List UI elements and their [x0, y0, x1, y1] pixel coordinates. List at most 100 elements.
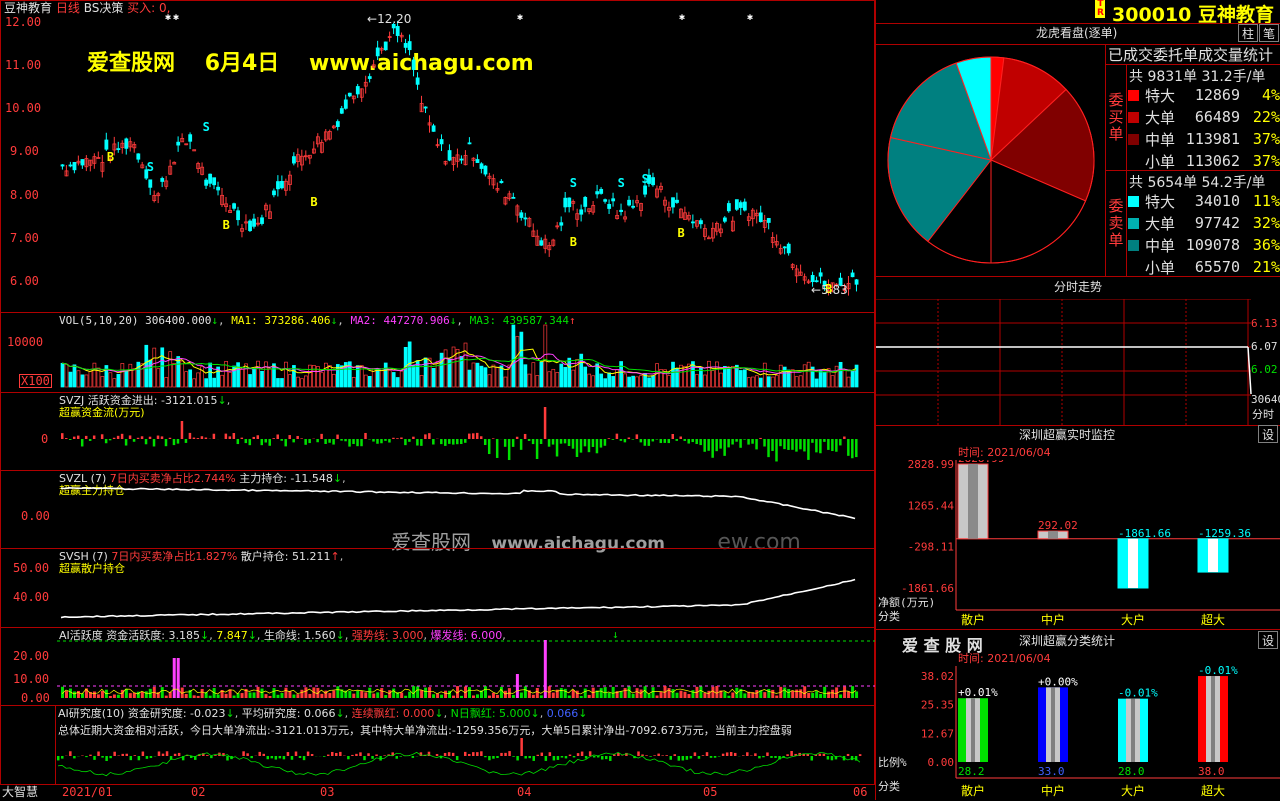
legend-swatch — [1128, 261, 1141, 274]
volume-bar — [524, 365, 527, 387]
candle-body — [404, 43, 407, 47]
ai-activity-bar — [715, 686, 718, 698]
research-bar — [528, 756, 531, 758]
sell-signal-icon: S — [618, 176, 625, 190]
volume-bar — [380, 369, 383, 387]
svzj-bar — [731, 439, 734, 444]
tick-view-button[interactable]: 笔 — [1259, 24, 1279, 42]
ai-activity-bar — [284, 688, 287, 698]
candle-body — [560, 223, 563, 225]
research-bar — [790, 751, 793, 756]
volume-bar — [352, 377, 355, 387]
svzj-bar — [687, 439, 690, 444]
volume-bar — [213, 378, 216, 387]
bar-view-button[interactable]: 柱 — [1238, 24, 1258, 42]
svzj-bar — [245, 439, 248, 443]
volume-bar — [588, 374, 591, 387]
research-bar — [537, 755, 540, 756]
ai-tick: 20.00 — [13, 649, 49, 663]
candle-body — [600, 189, 603, 193]
ai-activity-pane[interactable]: AI活跃度 资金活跃度: 3.185↓, 7.847↓, 生命线: 1.560↓… — [0, 627, 875, 706]
volume-bar — [280, 378, 283, 387]
monitor-settings-button[interactable]: 设 — [1258, 425, 1278, 443]
svzj-bar — [205, 438, 208, 439]
svzj-bar — [129, 435, 132, 439]
price-tick: 10.00 — [5, 101, 41, 115]
ai-activity-bar — [272, 688, 275, 698]
candle-body — [237, 211, 240, 220]
order-percent: 37% — [1242, 128, 1280, 150]
classify-settings-button[interactable]: 设 — [1258, 631, 1278, 649]
volume-bar — [288, 375, 291, 387]
candlestick-chart[interactable]: BBBBBBSSSSS✱✱✱✱✱ — [57, 1, 875, 313]
research-bar — [166, 751, 169, 756]
svzj-bar — [73, 437, 76, 439]
tab-longhu[interactable]: 龙虎看盘(逐单) — [1036, 26, 1117, 40]
sell-row: 大单 97742 32% — [1126, 212, 1280, 234]
svzj-bar — [113, 438, 116, 439]
ai-activity-bar — [388, 690, 391, 698]
research-bar — [130, 756, 133, 760]
volume-bar — [364, 375, 367, 387]
candle-body — [691, 222, 694, 223]
volume-bar — [141, 364, 144, 387]
volume-bar — [819, 370, 822, 387]
volume-bar — [464, 343, 467, 387]
research-bar — [303, 756, 306, 760]
svsh-pane[interactable]: SVSH (7) 7日内买卖净占比1.827% 散户持仓: 51.211↑, 超… — [0, 548, 875, 628]
svzj-bar — [468, 434, 471, 439]
volume-bar — [596, 364, 599, 387]
svzj-bar — [819, 439, 822, 453]
research-bar — [339, 752, 342, 756]
svsh-line — [57, 549, 875, 628]
ai-research-pane[interactable]: AI研究度(10) 资金研究度: -0.023↓, 平均研究度: 0.066↓,… — [55, 705, 875, 785]
candle-body — [432, 126, 435, 132]
intraday-panel[interactable]: 分时走势 6.13 6.07 6.02 30640 分时 — [876, 276, 1280, 426]
candle-body — [105, 140, 108, 149]
intraday-title: 分时走势 — [1054, 280, 1102, 294]
svzl-pane[interactable]: SVZL (7) 7日内买卖净占比2.744% 主力持仓: -11.548↓, … — [0, 470, 875, 549]
ai-activity-bar — [233, 696, 236, 698]
classify-panel[interactable]: 爱 查 股 网 深圳超赢分类统计 设 时间: 2021/06/04 38.022… — [876, 629, 1280, 801]
svzj-bar — [360, 439, 363, 446]
order-volume: 66489 — [1177, 106, 1242, 128]
research-bar — [488, 756, 491, 760]
main-chart-pane[interactable]: 豆神教育 日线 BS决策 买入: 0, 爱查股网 6月4日 www.aichag… — [0, 0, 875, 313]
candle-body — [568, 198, 571, 207]
svzj-bar — [715, 439, 718, 451]
candle-body — [336, 122, 339, 127]
ai-activity-bar — [568, 696, 571, 698]
svzj-bar — [344, 439, 347, 441]
svzj-bar — [727, 439, 730, 447]
legend-swatch — [1128, 196, 1139, 207]
ai-activity-bar — [145, 691, 148, 698]
candle-body — [448, 151, 451, 161]
ai-activity-bar — [727, 696, 730, 698]
monitor-panel[interactable]: 深圳超赢实时监控 设 时间: 2021/06/04 2828.991265.44… — [876, 424, 1280, 629]
research-bar — [609, 756, 612, 761]
svzj-bar — [536, 439, 539, 459]
ai-activity-bar — [241, 693, 244, 698]
research-bar — [105, 756, 108, 761]
svzj-bar — [831, 439, 834, 451]
star-marker-icon: ✱ — [173, 12, 179, 23]
volume-bar — [628, 377, 631, 387]
volume-bar — [468, 370, 471, 387]
volume-bar — [69, 372, 72, 387]
svzj-pane[interactable]: SVZJ 活跃资金进出: -3121.015↓, 超赢资金流(万元) 0 — [0, 392, 875, 471]
svzj-bar — [755, 439, 758, 449]
svzj-bar — [276, 434, 279, 439]
volume-bar — [205, 379, 208, 387]
classify-time: 时间: 2021/06/04 — [958, 652, 1051, 665]
ai-activity-bar — [472, 695, 475, 698]
research-bar — [516, 756, 519, 760]
volume-bar — [492, 365, 495, 387]
research-bar — [823, 754, 826, 756]
ai-activity-bar — [767, 689, 770, 698]
monitor-bar-chart: 2828.991265.44-298.11-1861.662828.99散户29… — [876, 460, 1280, 628]
ai-activity-bar — [791, 690, 794, 698]
volume-pane[interactable]: VOL(5,10,20) 306400.000↓, MA1: 373286.40… — [0, 312, 875, 393]
ai-activity-bar — [640, 690, 643, 698]
volume-bar — [257, 361, 260, 387]
research-bar — [331, 752, 334, 756]
